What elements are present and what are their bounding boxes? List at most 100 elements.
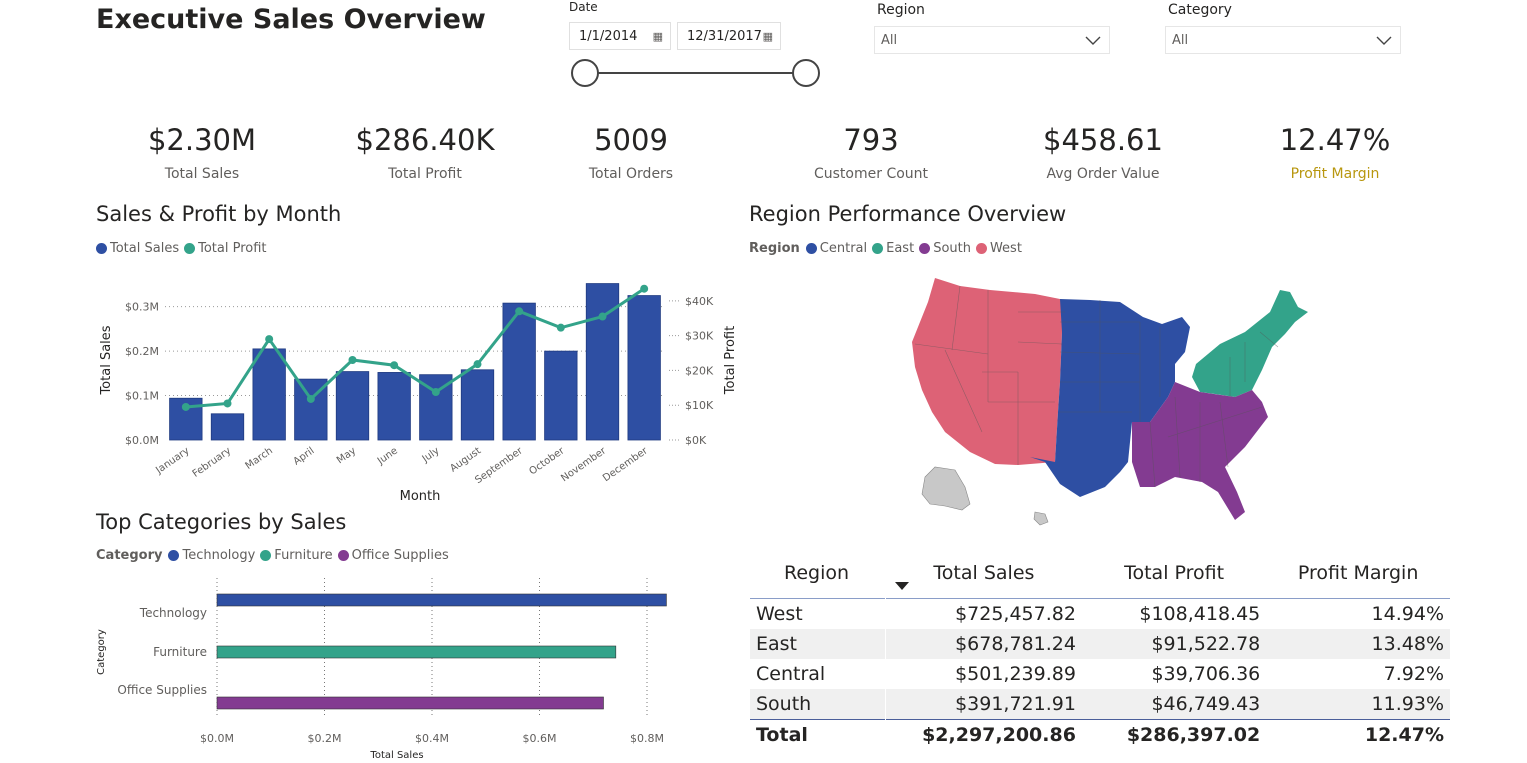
y2-tick-label: $0K — [685, 434, 707, 447]
bar-furniture — [216, 645, 617, 659]
column-header-total-profit[interactable]: Total Profit — [1082, 548, 1266, 599]
x-axis-title: Total Sales — [369, 750, 423, 761]
bar-may — [335, 371, 370, 441]
y-tick-label: $0.3M — [125, 301, 159, 314]
column-header-region[interactable]: Region — [750, 548, 909, 599]
profit-point-november — [598, 312, 607, 321]
legend-dot — [805, 243, 817, 254]
kpi-total-profit-value: $286.40K — [355, 123, 495, 157]
bar-november — [585, 283, 620, 441]
table-cell: 12.47% — [1364, 724, 1444, 746]
legend-item-office-supplies[interactable]: Office Supplies — [337, 548, 449, 563]
table-cell: 11.93% — [1266, 689, 1450, 720]
legend-dot — [96, 243, 107, 254]
legend-item-west[interactable]: West — [975, 241, 1022, 256]
legend-item-total-sales[interactable]: Total Sales — [96, 241, 179, 256]
bar-october — [544, 350, 578, 441]
category-chart-legend: Category Technology Furniture Office Sup… — [96, 548, 454, 563]
bar-march — [252, 348, 286, 441]
column-header-total-sales[interactable]: Total Sales — [886, 548, 1082, 599]
table-row[interactable]: West $725,457.82 $108,418.45 14.94% — [750, 598, 1450, 629]
x-tick-label: January — [153, 445, 191, 476]
table-row[interactable]: Central $501,239.89 $39,706.36 7.92% — [750, 659, 1450, 689]
column-header-label: Total Sales — [933, 562, 1035, 584]
slider-start-handle[interactable] — [571, 59, 599, 87]
table-cell: $678,781.24 — [885, 629, 1082, 659]
chevron-down-icon — [1085, 36, 1101, 45]
slider-end-handle[interactable] — [792, 59, 820, 87]
map-legend: Region Central East South West — [749, 241, 1027, 256]
x-tick-label: October — [527, 445, 567, 477]
table-row[interactable]: South $391,721.91 $46,749.43 11.93% — [750, 689, 1450, 720]
x-tick-label: $0.6M — [523, 732, 557, 745]
date-start-value: 1/1/2014 — [579, 29, 638, 44]
table-header-row: Region Total Sales Total Profit Profit M… — [750, 548, 1450, 599]
category-dropdown[interactable]: All — [1165, 26, 1401, 54]
table-cell: $725,457.82 — [955, 603, 1076, 625]
us-region-map[interactable] — [900, 272, 1320, 528]
x-tick-label: May — [335, 445, 358, 466]
y2-tick-label: $30K — [685, 330, 714, 343]
legend-item-furniture[interactable]: Furniture — [260, 548, 333, 563]
date-range-slider[interactable] — [568, 58, 828, 90]
legend-label: Technology — [182, 548, 256, 563]
legend-label: East — [886, 241, 915, 256]
profit-point-december — [640, 284, 649, 293]
region-performance-table: Region Total Sales Total Profit Profit M… — [750, 548, 1450, 750]
x-tick-label: $0.0M — [200, 732, 234, 745]
table-row[interactable]: East $678,781.24 $91,522.78 13.48% — [750, 629, 1450, 659]
legend-title: Category — [96, 548, 163, 563]
map-region-west[interactable] — [912, 278, 1065, 465]
map-region-hawaii[interactable] — [1033, 511, 1049, 526]
table-cell: $286,397.02 — [1126, 724, 1261, 746]
calendar-icon[interactable]: ▦ — [763, 23, 773, 51]
legend-item-total-profit[interactable]: Total Profit — [184, 241, 267, 256]
legend-item-technology[interactable]: Technology — [168, 548, 255, 563]
column-header-label: Region — [784, 562, 850, 584]
kpi-customer-count-label: Customer Count — [813, 166, 929, 182]
y2-tick-label: $10K — [685, 399, 714, 412]
bar-august — [460, 369, 495, 441]
legend-dot — [975, 243, 987, 254]
kpi-total-profit-label: Total Profit — [388, 166, 462, 182]
legend-label: Office Supplies — [351, 548, 449, 563]
table-cell: $108,418.45 — [1139, 603, 1261, 625]
kpi-customer-count-value: 793 — [843, 123, 899, 157]
y-tick-label: Furniture — [153, 645, 207, 659]
legend-dot — [260, 550, 272, 561]
map-title: Region Performance Overview — [749, 202, 1067, 226]
profit-point-october — [556, 323, 565, 332]
table-cell: $391,721.91 — [885, 689, 1082, 720]
column-header-profit-margin[interactable]: Profit Margin — [1266, 548, 1450, 599]
x-axis-title: Month — [400, 489, 441, 504]
table-cell: 7.92% — [1383, 663, 1444, 685]
map-region-alaska[interactable] — [921, 466, 971, 511]
legend-label: Furniture — [274, 548, 333, 563]
bar-office-supplies — [216, 696, 604, 710]
x-tick-label: $0.8M — [630, 732, 664, 745]
legend-label: Total Profit — [198, 241, 267, 256]
date-start-input[interactable]: 1/1/2014 ▦ — [569, 22, 671, 50]
profit-point-july — [431, 388, 440, 396]
legend-dot — [872, 243, 884, 254]
table-cell: $91,522.78 — [1081, 629, 1267, 659]
category-chart-title: Top Categories by Sales — [96, 510, 347, 534]
kpi-total-orders-label: Total Orders — [588, 166, 674, 182]
kpi-total-orders-value: 5009 — [594, 123, 668, 157]
map-region-east[interactable] — [1192, 290, 1308, 397]
calendar-icon[interactable]: ▦ — [653, 23, 663, 51]
y-tick-label: Office Supplies — [117, 683, 207, 697]
legend-item-south[interactable]: South — [919, 241, 971, 256]
kpi-total-sales-label: Total Sales — [164, 166, 240, 182]
date-end-input[interactable]: 12/31/2017 ▦ — [677, 22, 781, 50]
region-dropdown[interactable]: All — [874, 26, 1110, 54]
y2-tick-label: $20K — [685, 364, 714, 377]
category-slicer-label: Category — [1168, 2, 1232, 18]
kpi-total-sales-value: $2.30M — [147, 123, 257, 157]
legend-item-east[interactable]: East — [872, 241, 914, 256]
table-cell: $39,706.36 — [1151, 663, 1261, 685]
y2-axis-title: Total Profit — [723, 326, 738, 395]
bar-february — [210, 413, 245, 441]
page-title: Executive Sales Overview — [96, 4, 486, 35]
legend-item-central[interactable]: Central — [805, 241, 867, 256]
